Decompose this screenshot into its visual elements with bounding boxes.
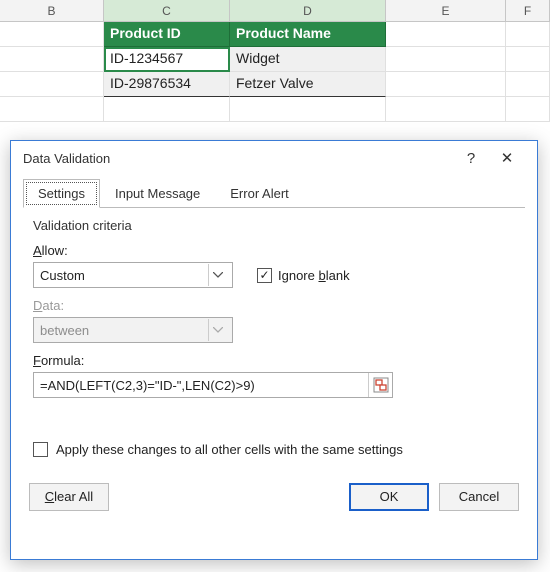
cancel-button[interactable]: Cancel <box>439 483 519 511</box>
col-head-E[interactable]: E <box>386 0 506 21</box>
formula-input[interactable]: =AND(LEFT(C2,3)="ID-",LEN(C2)>9) <box>33 372 393 398</box>
cell-product-name[interactable]: Widget <box>230 47 386 72</box>
chevron-down-icon <box>208 264 226 286</box>
allow-value: Custom <box>40 268 85 283</box>
dialog-title: Data Validation <box>23 151 453 166</box>
ignore-blank-label: Ignore blank <box>278 268 350 283</box>
cell-product-id[interactable]: ID-29876534 <box>104 72 230 97</box>
data-label: Data: <box>33 298 515 313</box>
table-row: ID-1234567 Widget <box>0 47 550 72</box>
cell[interactable] <box>506 72 550 97</box>
range-selector-icon[interactable] <box>368 373 392 397</box>
cell[interactable] <box>230 97 386 122</box>
formula-label: Formula: <box>33 353 515 368</box>
col-head-C[interactable]: C <box>104 0 230 21</box>
help-button[interactable]: ? <box>453 150 489 167</box>
table-row: ID-29876534 Fetzer Valve <box>0 72 550 97</box>
cell[interactable] <box>0 72 104 97</box>
cell[interactable] <box>506 47 550 72</box>
checkbox-icon <box>33 442 48 457</box>
cell-product-name[interactable]: Fetzer Valve <box>230 72 386 97</box>
table-header-row: Product ID Product Name <box>0 22 550 47</box>
header-product-name[interactable]: Product Name <box>230 22 386 47</box>
data-value: between <box>40 323 89 338</box>
cell[interactable] <box>506 97 550 122</box>
cell-B-header[interactable] <box>0 22 104 47</box>
tab-error-alert[interactable]: Error Alert <box>215 179 304 208</box>
dialog-body: Validation criteria Allow: Custom ✓ Igno… <box>11 208 537 469</box>
cell[interactable] <box>0 97 104 122</box>
spreadsheet-grid: B C D E F Product ID Product Name ID-123… <box>0 0 550 140</box>
dialog-tabs: Settings Input Message Error Alert <box>23 179 525 208</box>
cell-product-id[interactable]: ID-1234567 <box>104 47 230 72</box>
allow-dropdown[interactable]: Custom <box>33 262 233 288</box>
apply-same-settings-checkbox[interactable]: Apply these changes to all other cells w… <box>33 442 515 457</box>
ok-button[interactable]: OK <box>349 483 429 511</box>
header-product-id[interactable]: Product ID <box>104 22 230 47</box>
chevron-down-icon <box>208 319 226 341</box>
cell[interactable] <box>386 72 506 97</box>
allow-label: Allow: <box>33 243 233 258</box>
data-validation-dialog: Data Validation ? ✕ Settings Input Messa… <box>10 140 538 560</box>
cell[interactable] <box>386 47 506 72</box>
cell-E-header[interactable] <box>386 22 506 47</box>
col-head-D[interactable]: D <box>230 0 386 21</box>
col-head-B[interactable]: B <box>0 0 104 21</box>
tab-settings[interactable]: Settings <box>23 179 100 208</box>
dialog-titlebar[interactable]: Data Validation ? ✕ <box>11 141 537 175</box>
clear-all-button[interactable]: Clear All <box>29 483 109 511</box>
dialog-button-row: Clear All OK Cancel <box>11 469 537 525</box>
cell[interactable] <box>104 97 230 122</box>
table-row <box>0 97 550 122</box>
column-header-row: B C D E F <box>0 0 550 22</box>
ignore-blank-checkbox[interactable]: ✓ Ignore blank <box>257 262 350 288</box>
apply-same-settings-label: Apply these changes to all other cells w… <box>56 442 403 457</box>
col-head-F[interactable]: F <box>506 0 550 21</box>
validation-criteria-label: Validation criteria <box>33 218 515 233</box>
checkmark-icon: ✓ <box>257 268 272 283</box>
tab-input-message[interactable]: Input Message <box>100 179 215 208</box>
data-dropdown: between <box>33 317 233 343</box>
formula-value: =AND(LEFT(C2,3)="ID-",LEN(C2)>9) <box>34 378 368 393</box>
cell-F-header[interactable] <box>506 22 550 47</box>
cell[interactable] <box>0 47 104 72</box>
cell[interactable] <box>386 97 506 122</box>
close-button[interactable]: ✕ <box>489 149 525 167</box>
